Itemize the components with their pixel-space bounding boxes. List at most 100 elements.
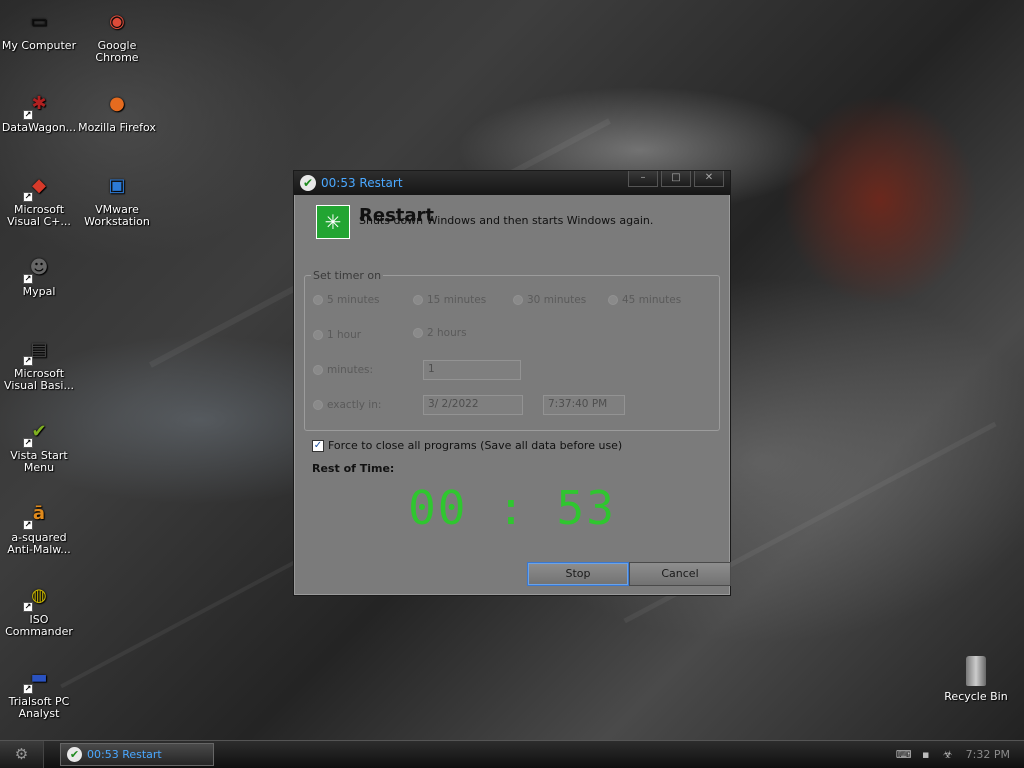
radio-45-minutes[interactable]: 45 minutes bbox=[608, 294, 681, 306]
desktop-icon-glyph: ● bbox=[109, 93, 125, 114]
minimize-button[interactable]: – bbox=[628, 171, 658, 187]
desktop-icon[interactable]: ▣ VMware Workstation bbox=[78, 170, 156, 228]
desktop-icon[interactable]: ◆ ↗ Microsoft Visual C+... bbox=[0, 170, 78, 228]
shortcut-arrow-icon: ↗ bbox=[23, 192, 33, 202]
radio-label: 5 minutes bbox=[327, 294, 380, 306]
desktop-icon-glyph: ✔ ↗ bbox=[23, 421, 47, 448]
restart-icon: ✳ bbox=[316, 205, 350, 239]
radio-dot bbox=[313, 400, 323, 410]
shortcut-arrow-icon: ↗ bbox=[23, 438, 33, 448]
desktop-icon[interactable]: ✱ ↗ DataWagon... bbox=[0, 88, 78, 134]
date-picker[interactable]: 3/ 2/2022 bbox=[423, 395, 523, 415]
radio-1-hour[interactable]: 1 hour bbox=[313, 329, 361, 341]
desktop-icon-label: My Computer bbox=[1, 39, 77, 52]
app-check-icon: ✔ bbox=[67, 747, 82, 762]
desktop-icon-glyph: ▭ bbox=[30, 11, 48, 32]
dialog-title: 00:53 Restart bbox=[321, 176, 403, 190]
taskbar: ⚙ ✔ 00:53 Restart ⌨ ▪ ☣ 7:32 PM bbox=[0, 740, 1024, 768]
desktop-icon-label: Microsoft Visual Basi... bbox=[4, 367, 74, 392]
radio-label: 1 hour bbox=[327, 329, 362, 341]
force-close-option[interactable]: ✓ Force to close all programs (Save all … bbox=[312, 439, 622, 452]
radio-label: 15 minutes bbox=[427, 294, 487, 306]
time-picker[interactable]: 7:37:40 PM bbox=[543, 395, 625, 415]
taskbar-clock[interactable]: 7:32 PM bbox=[966, 748, 1010, 761]
radio-dot bbox=[513, 295, 523, 305]
start-button[interactable]: ⚙ bbox=[0, 741, 44, 768]
desktop-icon-label: Mozilla Firefox bbox=[78, 121, 156, 134]
countdown-display: 00 : 53 bbox=[408, 481, 616, 535]
radio-label: 2 hours bbox=[427, 327, 467, 339]
desktop-icon[interactable]: ā ↗ a-squared Anti-Malw... bbox=[0, 498, 78, 556]
keyboard-icon[interactable]: ⌨ bbox=[896, 748, 912, 762]
desktop-icon[interactable]: ✔ ↗ Vista Start Menu bbox=[0, 416, 78, 474]
radio-dot bbox=[413, 295, 423, 305]
desktop-icon-glyph: ◍ ↗ bbox=[23, 585, 47, 612]
desktop-icon-glyph: ◆ ↗ bbox=[23, 175, 46, 202]
shortcut-arrow-icon: ↗ bbox=[23, 520, 33, 530]
restart-dialog: ✔ 00:53 Restart – □ ✕ ✳ Restart Shuts do… bbox=[293, 170, 731, 596]
recycle-bin-label: Recycle Bin bbox=[944, 690, 1008, 703]
desktop-icon[interactable]: ◍ ↗ ISO Commander bbox=[0, 580, 78, 638]
shortcut-arrow-icon: ↗ bbox=[23, 356, 33, 366]
desktop-icon[interactable]: ▤ ↗ Microsoft Visual Basi... bbox=[0, 334, 78, 392]
biohazard-icon[interactable]: ☣ bbox=[940, 748, 956, 762]
radio-2-hours[interactable]: 2 hours bbox=[413, 327, 467, 339]
radio-dot bbox=[608, 295, 618, 305]
dialog-titlebar[interactable]: ✔ 00:53 Restart – □ ✕ bbox=[294, 171, 730, 195]
desktop-icon[interactable]: ● Mozilla Firefox bbox=[78, 88, 156, 134]
desktop-icon-glyph: ☻ ↗ bbox=[23, 257, 49, 284]
force-close-label: Force to close all programs (Save all da… bbox=[328, 439, 623, 452]
dialog-subtitle: Shuts down Windows and then starts Windo… bbox=[359, 214, 654, 227]
app-check-icon: ✔ bbox=[300, 175, 316, 191]
radio-5-minutes[interactable]: 5 minutes bbox=[313, 294, 380, 306]
close-button[interactable]: ✕ bbox=[694, 171, 724, 187]
radio-exactly-in[interactable]: exactly in: bbox=[313, 399, 381, 411]
desktop-icon[interactable]: ▭ My Computer bbox=[0, 6, 78, 52]
timer-group: Set timer on 5 minutes 15 minutes 30 min… bbox=[304, 269, 720, 431]
radio-dot bbox=[413, 328, 423, 338]
desktop-icon-label: Google Chrome bbox=[95, 39, 139, 64]
desktop-icon-glyph: ā ↗ bbox=[23, 503, 46, 530]
desktop-icon-label: Microsoft Visual C+... bbox=[7, 203, 71, 228]
force-close-checkbox[interactable]: ✓ bbox=[312, 439, 324, 452]
network-icon[interactable]: ▪ bbox=[918, 748, 934, 762]
radio-label: exactly in: bbox=[327, 399, 382, 411]
radio-15-minutes[interactable]: 15 minutes bbox=[413, 294, 486, 306]
desktop-icon-glyph: ◉ bbox=[109, 11, 125, 32]
shortcut-arrow-icon: ↗ bbox=[23, 684, 33, 694]
desktop-icon[interactable]: ☻ ↗ Mypal bbox=[0, 252, 78, 298]
desktop-icon-label: Trialsoft PC Analyst bbox=[8, 695, 70, 720]
maximize-button[interactable]: □ bbox=[661, 171, 691, 187]
radio-label: 45 minutes bbox=[622, 294, 682, 306]
desktop-icon-glyph: ✱ ↗ bbox=[23, 93, 47, 120]
desktop-icon-glyph: ▬ ↗ bbox=[23, 667, 48, 694]
timer-group-label: Set timer on bbox=[311, 269, 384, 282]
stop-button[interactable]: Stop bbox=[527, 562, 629, 586]
shortcut-arrow-icon: ↗ bbox=[23, 602, 33, 612]
cancel-button[interactable]: Cancel bbox=[629, 562, 731, 586]
desktop-icon-glyph: ▤ ↗ bbox=[23, 339, 48, 366]
desktop-icon[interactable]: ◉ Google Chrome bbox=[78, 6, 156, 64]
radio-dot bbox=[313, 330, 323, 340]
recycle-bin-icon bbox=[966, 656, 986, 686]
window-controls: – □ ✕ bbox=[628, 171, 724, 187]
taskbar-item-restart[interactable]: ✔ 00:53 Restart bbox=[60, 743, 214, 766]
radio-minutes[interactable]: minutes: bbox=[313, 364, 373, 376]
desktop-icon-label: a-squared Anti-Malw... bbox=[7, 531, 71, 556]
desktop-icon[interactable]: ▬ ↗ Trialsoft PC Analyst bbox=[0, 662, 78, 720]
recycle-bin[interactable]: Recycle Bin bbox=[936, 656, 1016, 703]
radio-30-minutes[interactable]: 30 minutes bbox=[513, 294, 586, 306]
taskbar-item-label: 00:53 Restart bbox=[87, 748, 162, 761]
shortcut-arrow-icon: ↗ bbox=[23, 274, 33, 284]
shortcut-arrow-icon: ↗ bbox=[23, 110, 33, 120]
desktop-icon-label: Mypal bbox=[22, 285, 56, 298]
radio-dot bbox=[313, 365, 323, 375]
desktop-icon-label: DataWagon... bbox=[1, 121, 77, 134]
radio-label: 30 minutes bbox=[527, 294, 587, 306]
desktop-icon-label: VMware Workstation bbox=[84, 203, 150, 228]
minutes-input[interactable]: 1 bbox=[423, 360, 521, 380]
desktop-icon-label: Vista Start Menu bbox=[10, 449, 68, 474]
rest-of-time-label: Rest of Time: bbox=[312, 462, 395, 475]
system-tray: ⌨ ▪ ☣ 7:32 PM bbox=[896, 741, 1024, 768]
radio-dot bbox=[313, 295, 323, 305]
